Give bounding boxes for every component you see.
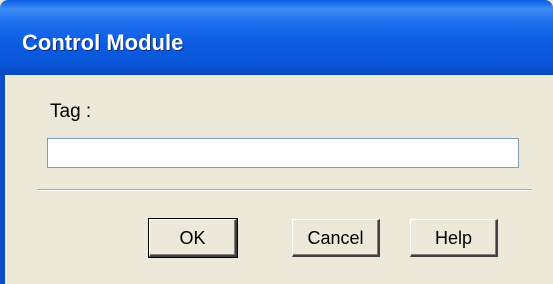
window-title: Control Module — [22, 30, 184, 55]
separator-line — [37, 189, 532, 191]
tag-label: Tag : — [50, 101, 92, 122]
cancel-button[interactable]: Cancel — [292, 219, 380, 257]
help-button[interactable]: Help — [410, 219, 498, 257]
ok-button[interactable]: OK — [148, 218, 238, 258]
title-bar[interactable]: Control Module — [0, 0, 553, 75]
tag-input[interactable] — [47, 138, 519, 168]
control-module-dialog: Control Module Tag : OK Cancel Help — [0, 0, 553, 284]
